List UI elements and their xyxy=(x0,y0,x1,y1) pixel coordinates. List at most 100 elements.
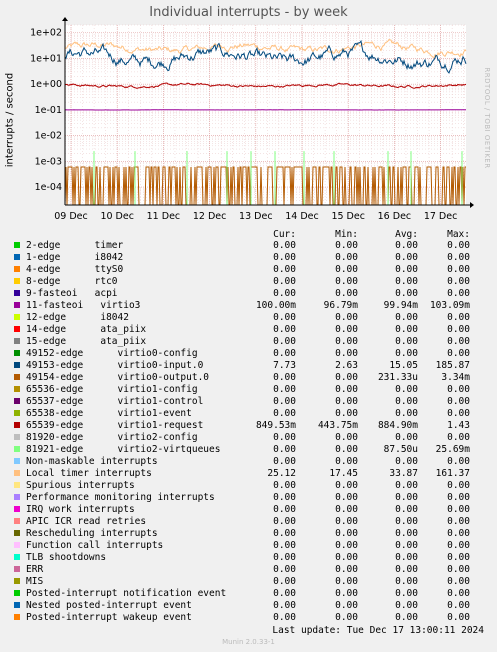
legend-label: MIS xyxy=(26,576,44,587)
legend-cur: 0.00 xyxy=(273,312,296,323)
legend-row: 81921-edge virtio2-virtqueues 0.00 0.00 87.… xyxy=(0,444,497,456)
legend-max: 0.00 xyxy=(447,456,470,467)
legend-min: 443.75m xyxy=(317,420,358,431)
legend-row: 8-edge rtc0 0.00 0.00 0.00 0.00 xyxy=(0,276,497,288)
legend-min: 0.00 xyxy=(335,384,358,395)
x-tick-label: 16 Dec xyxy=(378,211,412,222)
x-tick-label: 15 Dec xyxy=(331,211,365,222)
y-tick-label: 1e-04 xyxy=(35,182,62,193)
legend-avg: 0.00 xyxy=(395,588,418,599)
legend-row: Performance monitoring interrupts 0.00 0.0… xyxy=(0,492,497,504)
legend-min: 0.00 xyxy=(335,504,358,515)
legend-swatch xyxy=(14,410,20,416)
legend-max: 0.00 xyxy=(447,384,470,395)
legend-label: 1-edge i8042 xyxy=(26,252,124,263)
legend-min: 0.00 xyxy=(335,408,358,419)
legend-row: Local timer interrupts 25.12 17.45 33.87 161… xyxy=(0,468,497,480)
legend-row: ERR 0.00 0.00 0.00 0.00 xyxy=(0,564,497,576)
legend-label: 65538-edge virtio1-event xyxy=(26,408,192,419)
legend-cur: 0.00 xyxy=(273,612,296,623)
legend-swatch xyxy=(14,398,20,404)
x-tick-label: 13 Dec xyxy=(239,211,273,222)
legend-min: 0.00 xyxy=(335,336,358,347)
legend-min: 0.00 xyxy=(335,600,358,611)
legend-avg: 99.94m xyxy=(383,300,418,311)
legend-label: Rescheduling interrupts xyxy=(26,528,158,539)
legend-row: 2-edge timer 0.00 0.00 0.00 0.00 xyxy=(0,240,497,252)
interrupts-chart: 1e+02 1e+01 1e+00 1e-01 1e-02 1e-03 1e-04 09 De… xyxy=(30,17,474,222)
legend-max: 185.87 xyxy=(435,360,470,371)
legend-max: 1.43 xyxy=(447,420,470,431)
legend-avg: 0.00 xyxy=(395,396,418,407)
legend-swatch xyxy=(14,602,20,608)
legend-max: 0.00 xyxy=(447,564,470,575)
legend-min: 0.00 xyxy=(335,324,358,335)
legend-row: 15-edge ata_piix 0.00 0.00 0.00 0.00 xyxy=(0,336,497,348)
legend-min: 0.00 xyxy=(335,288,358,299)
legend-avg: 0.00 xyxy=(395,540,418,551)
legend-label: APIC ICR read retries xyxy=(26,516,147,527)
legend-max: 0.00 xyxy=(447,348,470,359)
legend-max: 161.37 xyxy=(435,468,470,479)
legend-row: 1-edge i8042 0.00 0.00 0.00 0.00 xyxy=(0,252,497,264)
legend-row: 14-edge ata_piix 0.00 0.00 0.00 0.00 xyxy=(0,324,497,336)
legend-max: 0.00 xyxy=(447,336,470,347)
legend-label: 65537-edge virtio1-control xyxy=(26,396,204,407)
legend-max: 0.00 xyxy=(447,396,470,407)
legend-cur: 0.00 xyxy=(273,264,296,275)
legend-swatch xyxy=(14,482,20,488)
legend-max: 0.00 xyxy=(447,288,470,299)
legend-cur: 0.00 xyxy=(273,552,296,563)
legend-max: 0.00 xyxy=(447,540,470,551)
x-axis-arrow xyxy=(470,202,474,208)
legend-min: 0.00 xyxy=(335,612,358,623)
legend-avg: 0.00 xyxy=(395,504,418,515)
legend-cur: 25.12 xyxy=(267,468,296,479)
legend-min: 0.00 xyxy=(335,564,358,575)
legend-avg: 0.00 xyxy=(395,552,418,563)
legend-row: 65537-edge virtio1-control 0.00 0.00 0.00 0.… xyxy=(0,396,497,408)
legend-avg: 0.00 xyxy=(395,600,418,611)
legend-cur: 0.00 xyxy=(273,384,296,395)
legend-swatch xyxy=(14,362,20,368)
legend-label: 12-edge i8042 xyxy=(26,312,129,323)
x-tick-label: 11 Dec xyxy=(147,211,181,222)
legend-min: 0.00 xyxy=(335,552,358,563)
legend-row: 4-edge ttyS0 0.00 0.00 0.00 0.00 xyxy=(0,264,497,276)
last-update: Last update: Tue Dec 17 13:00:11 2024 xyxy=(272,625,484,636)
legend-min: 0.00 xyxy=(335,588,358,599)
legend-row: 65539-edge virtio1-request 849.53m 443.75m… xyxy=(0,420,497,432)
legend-min: 0.00 xyxy=(335,372,358,383)
legend-swatch xyxy=(14,338,20,344)
legend-avg: 0.00 xyxy=(395,456,418,467)
legend-cur: 0.00 xyxy=(273,324,296,335)
legend-min: 96.79m xyxy=(323,300,358,311)
legend-min: 0.00 xyxy=(335,396,358,407)
legend-swatch xyxy=(14,302,20,308)
legend-cur: 0.00 xyxy=(273,456,296,467)
legend-swatch xyxy=(14,458,20,464)
legend-swatch xyxy=(14,614,20,620)
legend-cur: 0.00 xyxy=(273,480,296,491)
legend-swatch xyxy=(14,470,20,476)
legend-cur: 0.00 xyxy=(273,396,296,407)
legend-label: 15-edge ata_piix xyxy=(26,336,147,347)
legend-max: 0.00 xyxy=(447,432,470,443)
col-cur: Cur: xyxy=(273,229,296,240)
legend-avg: 0.00 xyxy=(395,516,418,527)
legend-row: TLB shootdowns 0.00 0.00 0.00 0.00 xyxy=(0,552,497,564)
legend-min: 0.00 xyxy=(335,264,358,275)
legend-swatch xyxy=(14,530,20,536)
legend-swatch xyxy=(14,314,20,320)
y-tick-label: 1e-02 xyxy=(35,131,62,142)
legend-avg: 0.00 xyxy=(395,576,418,587)
legend-row: APIC ICR read retries 0.00 0.00 0.00 0.00 xyxy=(0,516,497,528)
legend-swatch xyxy=(14,578,20,584)
col-max: Max: xyxy=(447,229,470,240)
legend-swatch xyxy=(14,566,20,572)
legend-avg: 15.05 xyxy=(389,360,418,371)
legend-row: Posted-interrupt wakeup event 0.00 0.00 0.0… xyxy=(0,612,497,624)
legend-cur: 0.00 xyxy=(273,336,296,347)
legend-row: 12-edge i8042 0.00 0.00 0.00 0.00 xyxy=(0,312,497,324)
legend-avg: 0.00 xyxy=(395,336,418,347)
